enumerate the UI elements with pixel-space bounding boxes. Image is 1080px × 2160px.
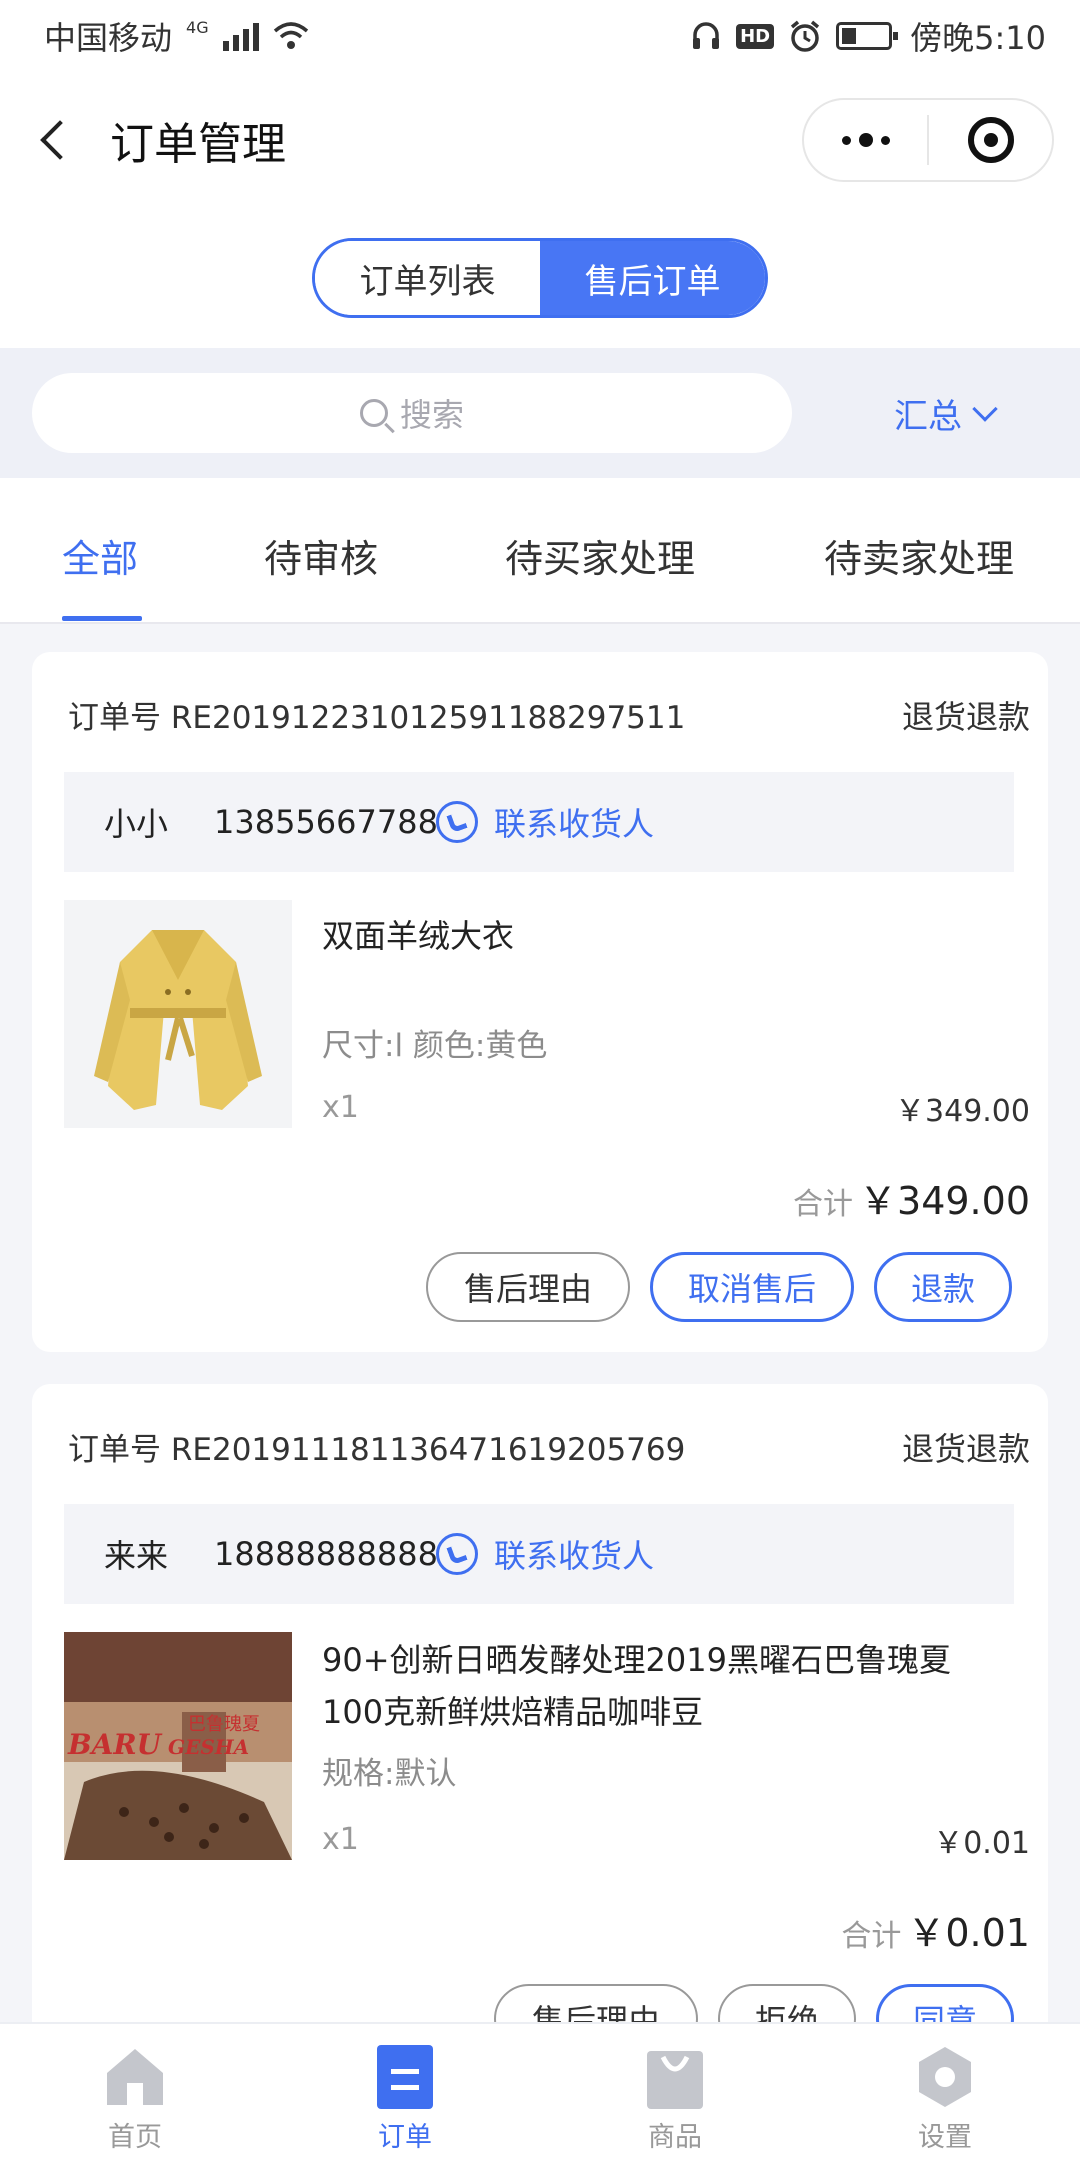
time-label: 傍晚5:10 — [910, 19, 1046, 57]
status-bar: 中国移动 4G HD 傍晚5:10 — [0, 0, 1080, 72]
order-total: 合计 ￥0.01 — [841, 1902, 1030, 1957]
phone-icon — [436, 801, 478, 843]
search-input[interactable]: 搜索 — [32, 373, 792, 453]
alarm-icon — [791, 20, 820, 52]
contact-phone: 18888888888 — [214, 1535, 438, 1573]
coffee-beans-image: 巴鲁瑰夏 BARU GESHA — [64, 1632, 292, 1860]
search-icon — [359, 399, 388, 427]
headphones-icon — [693, 22, 720, 49]
order-number: 订单号 RE20191223101259118829751​1 — [68, 700, 686, 736]
contact-receiver-link[interactable]: 联系收货人 — [494, 1531, 654, 1577]
more-dots-icon — [841, 133, 890, 147]
order-total: 合计 ￥349.00 — [793, 1170, 1030, 1225]
close-mini-program-button[interactable] — [929, 100, 1052, 180]
order-type: 退货退款 — [901, 1430, 1030, 1468]
tabbar-products-label: 商品 — [648, 2122, 702, 2153]
image-cn-text: 巴鲁瑰夏 — [188, 1714, 260, 1735]
nav-bar: 订单管理 — [0, 72, 1080, 208]
total-value: ￥0.01 — [907, 1911, 1030, 1955]
segment-after-sales[interactable]: 售后订单 — [540, 241, 765, 315]
contact-phone: 13855667788 — [214, 803, 438, 841]
product-quantity: x1 — [322, 1822, 359, 1857]
signal-icon — [222, 21, 259, 51]
wifi-icon — [273, 22, 308, 49]
home-icon — [107, 2049, 163, 2105]
order-icon — [377, 2045, 433, 2109]
back-button[interactable] — [0, 72, 110, 208]
status-tabs: 全部 待审核 待买家处理 待卖家处理 — [0, 478, 1080, 624]
carrier-label: 中国移动 — [44, 19, 173, 57]
target-icon — [967, 117, 1014, 163]
mini-program-capsule — [802, 98, 1054, 182]
after-sales-reason-button[interactable]: 售后理由 — [426, 1252, 630, 1322]
total-label: 合计 — [841, 1919, 902, 1954]
order-number: 订单号 RE20191118113647161920576​9 — [68, 1432, 686, 1468]
contact-name: 来来 — [104, 1537, 169, 1575]
product-image-coffee[interactable]: 巴鲁瑰夏 BARU GESHA — [64, 1632, 292, 1860]
search-bar: 搜索 汇总 — [0, 348, 1080, 478]
segment-order-list[interactable]: 订单列表 — [315, 241, 540, 315]
product-spec: 尺寸:l 颜色:黄色 — [322, 1028, 548, 1064]
chevron-left-icon — [40, 120, 80, 160]
hd-badge: HD — [736, 23, 775, 49]
gear-icon — [919, 2047, 971, 2107]
tab-all[interactable]: 全部 — [62, 528, 138, 583]
network-label: 4G — [186, 17, 209, 37]
chevron-down-icon — [972, 396, 998, 422]
tabbar-orders-label: 订单 — [378, 2122, 432, 2153]
product-price: ￥0.01 — [933, 1826, 1030, 1861]
order-segment-control: 订单列表 售后订单 — [312, 238, 768, 318]
tab-pending-seller[interactable]: 待卖家处理 — [824, 528, 1014, 583]
total-label: 合计 — [793, 1187, 854, 1222]
contact-row: 小小 13855667788 联系收货人 — [64, 772, 1014, 872]
tabbar-home[interactable]: 首页 — [0, 2024, 270, 2160]
segment-bar: 订单列表 售后订单 — [0, 208, 1080, 348]
contact-receiver-link[interactable]: 联系收货人 — [494, 799, 654, 845]
order-card: 订单号 RE20191223101259118829751​1 退货退款 小小 … — [32, 652, 1048, 1352]
cancel-after-sales-button[interactable]: 取消售后 — [650, 1252, 854, 1322]
summary-label: 汇总 — [894, 396, 962, 437]
tabbar-products[interactable]: 商品 — [540, 2024, 810, 2160]
bottom-tab-bar: 首页 订单 商品 设置 — [0, 2022, 1080, 2160]
page-title: 订单管理 — [110, 119, 286, 170]
phone-icon — [436, 1533, 478, 1575]
tabbar-settings-label: 设置 — [918, 2122, 972, 2153]
contact-name: 小小 — [104, 805, 169, 843]
battery-icon — [836, 22, 899, 50]
product-image-coat[interactable] — [64, 900, 292, 1128]
tabbar-settings[interactable]: 设置 — [810, 2024, 1080, 2160]
coat-image — [64, 900, 292, 1128]
product-spec: 规格:默认 — [322, 1756, 457, 1792]
more-button[interactable] — [804, 100, 927, 180]
image-en-text-2: GESHA — [168, 1735, 249, 1759]
tabbar-orders[interactable]: 订单 — [270, 2024, 540, 2160]
tab-pending-buyer[interactable]: 待买家处理 — [505, 528, 695, 583]
tab-pending-review[interactable]: 待审核 — [264, 528, 378, 583]
image-en-text-1: BARU — [67, 1728, 163, 1761]
product-price: ￥349.00 — [895, 1094, 1030, 1129]
product-name: 双面羊绒大衣 — [322, 917, 515, 955]
search-placeholder: 搜索 — [399, 396, 464, 434]
total-value: ￥349.00 — [859, 1179, 1030, 1223]
shopping-bag-icon — [647, 2051, 703, 2109]
tab-active-indicator — [62, 616, 142, 621]
tabbar-home-label: 首页 — [108, 2122, 162, 2153]
refund-button[interactable]: 退款 — [874, 1252, 1012, 1322]
summary-dropdown[interactable]: 汇总 — [894, 389, 998, 438]
order-card: 订单号 RE20191118113647161920576​9 退货退款 来来 … — [32, 1384, 1048, 2084]
product-quantity: x1 — [322, 1090, 359, 1125]
contact-row: 来来 18888888888 联系收货人 — [64, 1504, 1014, 1604]
order-type: 退货退款 — [901, 698, 1030, 736]
product-name: 90+创新日晒发酵处理2019黑曜石巴鲁瑰夏100克新鲜烘焙精品咖啡豆 — [322, 1641, 951, 1731]
